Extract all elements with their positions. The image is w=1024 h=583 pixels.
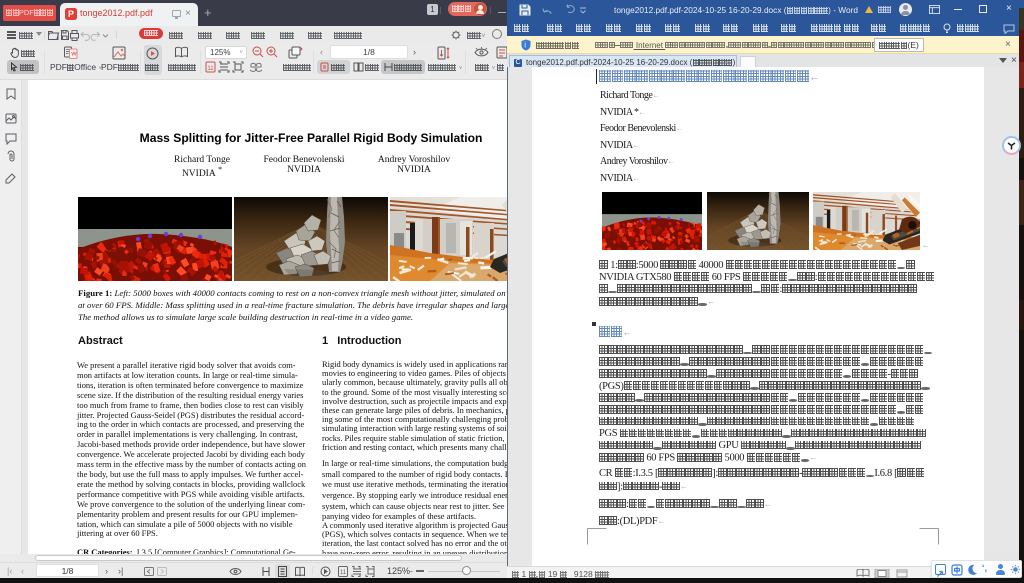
svg-text:i: i — [524, 41, 526, 50]
svg-text:11: 11 — [207, 66, 214, 72]
svg-text:11: 11 — [340, 570, 347, 576]
